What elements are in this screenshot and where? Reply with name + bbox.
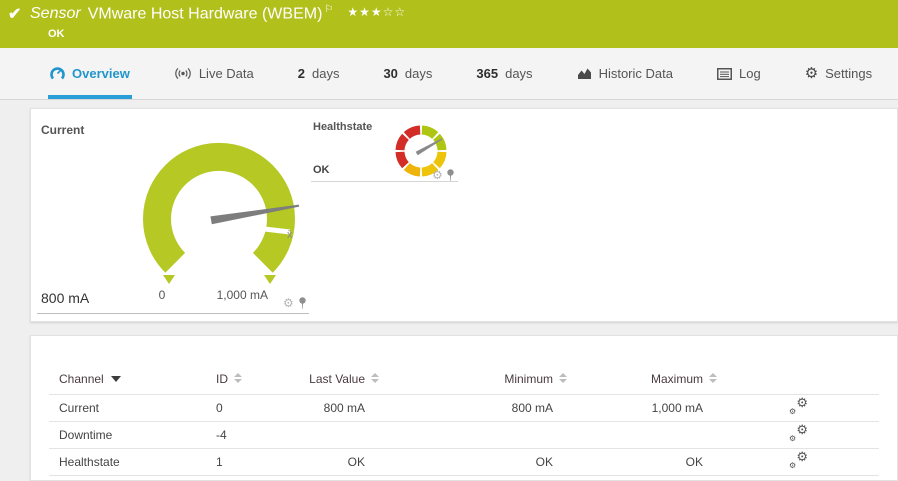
channel-name-cell[interactable]: Downtime [49, 421, 216, 449]
scale-max-label: 1,000 mA [217, 288, 268, 302]
area-chart-icon [577, 68, 591, 79]
overview-gauges-panel: Current 0 1,000 mA x̄ 800 mA ⚙ Healthsta… [30, 108, 898, 322]
sensor-title-line: Sensor VMware Host Hardware (WBEM) ⚐ ★★★☆☆ [30, 4, 406, 23]
gear-icon: ⚙ [789, 406, 797, 416]
scale-min-marker [163, 275, 175, 284]
last-value-cell: OK [276, 448, 379, 476]
tab-label: Log [738, 66, 761, 81]
maximum-cell [567, 421, 717, 449]
tab-number: 30 [383, 66, 398, 81]
table-row-healthstate[interactable]: Healthstate 1 OK OK OK ⚙ ⚙ [49, 448, 879, 476]
channel-settings-button[interactable]: ⚙ ⚙ [788, 394, 808, 416]
channel-id-cell: -4 [216, 421, 276, 449]
gear-icon[interactable]: ⚙ [283, 297, 294, 309]
column-header-label: ID [216, 371, 228, 386]
gear-icon: ⚙ [789, 433, 797, 443]
tab-label: days [311, 66, 340, 81]
tab-number: 2 [297, 66, 305, 81]
last-value-cell [276, 421, 379, 449]
maximum-cell: OK [567, 448, 717, 476]
primary-gauge-value: 800 mA [41, 290, 90, 306]
table-row-current[interactable]: Current 0 800 mA 800 mA 1,000 mA ⚙ ⚙ [49, 394, 879, 422]
scale-min-label: 0 [159, 288, 166, 302]
channel-name-cell[interactable]: Healthstate [49, 448, 216, 476]
primary-gauge-title: Current [41, 123, 85, 137]
object-kind-label: Sensor [30, 5, 81, 23]
tab-overview[interactable]: Overview [48, 48, 132, 99]
column-header-label: Maximum [650, 371, 703, 386]
healthstate-gauge-title: Healthstate [313, 121, 373, 133]
table-row-downtime[interactable]: Downtime -4 ⚙ ⚙ [49, 421, 879, 449]
maximum-cell: 1,000 mA [567, 394, 717, 422]
channel-name-cell[interactable]: Current [49, 394, 216, 422]
sort-icon [371, 372, 379, 383]
tab-label: Settings [825, 66, 873, 81]
gear-icon: ⚙ [804, 65, 819, 82]
tab-number: 365 [476, 66, 499, 81]
tab-live-data[interactable]: Live Data [172, 48, 256, 99]
column-header-channel[interactable]: Channel [49, 364, 216, 395]
gauge-icon [50, 67, 65, 80]
pin-icon[interactable] [446, 169, 455, 181]
broadcast-icon [175, 67, 191, 80]
priority-stars[interactable]: ★★★☆☆ [347, 5, 406, 19]
tab-label: days [505, 66, 533, 81]
tab-log[interactable]: Log [715, 48, 763, 99]
tab-settings[interactable]: ⚙ Settings [803, 48, 874, 99]
scale-max-marker [264, 275, 276, 284]
sensor-status-badge: OK [48, 28, 65, 40]
tab-historic-data[interactable]: Historic Data [575, 48, 675, 99]
sort-icon [234, 372, 242, 383]
gear-icon: ⚙ [789, 460, 797, 470]
gear-icon: ⚙ [796, 394, 808, 410]
column-header-label: Channel [59, 371, 104, 386]
primary-gauge-actions: ⚙ [283, 297, 307, 309]
channel-table: Channel ID Last Value Minimum Maximum Cu… [49, 364, 879, 476]
channel-settings-button[interactable]: ⚙ ⚙ [788, 421, 808, 443]
page-title: VMware Host Hardware (WBEM) [87, 5, 323, 23]
log-list-icon [716, 67, 732, 80]
channel-settings-button[interactable]: ⚙ ⚙ [788, 448, 808, 470]
healthstate-gauge-actions: ⚙ [432, 169, 455, 181]
last-value-cell: 800 mA [276, 394, 379, 422]
tab-30-days[interactable]: 30 days [381, 48, 434, 99]
column-header-minimum[interactable]: Minimum [379, 364, 567, 395]
tab-label: Historic Data [598, 66, 673, 81]
tab-label: Overview [72, 66, 130, 81]
pin-icon[interactable] [298, 297, 307, 309]
gear-icon: ⚙ [796, 421, 808, 437]
tab-label: Live Data [198, 66, 254, 81]
current-gauge: 0 1,000 mA x̄ [143, 143, 300, 302]
tab-2-days[interactable]: 2 days [296, 48, 342, 99]
sort-desc-icon [110, 375, 121, 382]
status-check-icon: ✔ [8, 6, 22, 23]
gear-icon[interactable]: ⚙ [432, 169, 443, 181]
column-header-maximum[interactable]: Maximum [567, 364, 717, 395]
tab-bar: Overview Live Data 2 days 30 days 365 da… [0, 48, 898, 100]
sensor-header: ✔ Sensor VMware Host Hardware (WBEM) ⚐ ★★★☆… [0, 0, 898, 48]
tab-label: days [404, 66, 433, 81]
minimum-cell: OK [379, 448, 567, 476]
minimum-cell [379, 421, 567, 449]
channel-id-cell: 1 [216, 448, 276, 476]
channel-id-cell: 0 [216, 394, 276, 422]
healthstate-gauge-value: OK [313, 164, 330, 176]
stars-filled[interactable]: ★★★ [347, 5, 382, 19]
gear-icon: ⚙ [796, 448, 808, 464]
stars-empty[interactable]: ☆☆ [383, 5, 407, 19]
column-header-label: Last Value [309, 371, 365, 386]
mean-marker-label: x̄ [287, 229, 293, 241]
flag-icon[interactable]: ⚐ [324, 4, 333, 15]
column-header-actions [717, 364, 879, 395]
sort-icon [709, 372, 717, 383]
table-header-row: Channel ID Last Value Minimum Maximum [49, 364, 879, 395]
tab-365-days[interactable]: 365 days [474, 48, 534, 99]
column-header-label: Minimum [504, 371, 553, 386]
column-header-id[interactable]: ID [216, 364, 276, 395]
minimum-cell: 800 mA [379, 394, 567, 422]
channel-table-panel: Channel ID Last Value Minimum Maximum Cu… [30, 335, 898, 481]
sort-icon [559, 372, 567, 383]
divider [37, 313, 309, 314]
column-header-last-value[interactable]: Last Value [276, 364, 379, 395]
